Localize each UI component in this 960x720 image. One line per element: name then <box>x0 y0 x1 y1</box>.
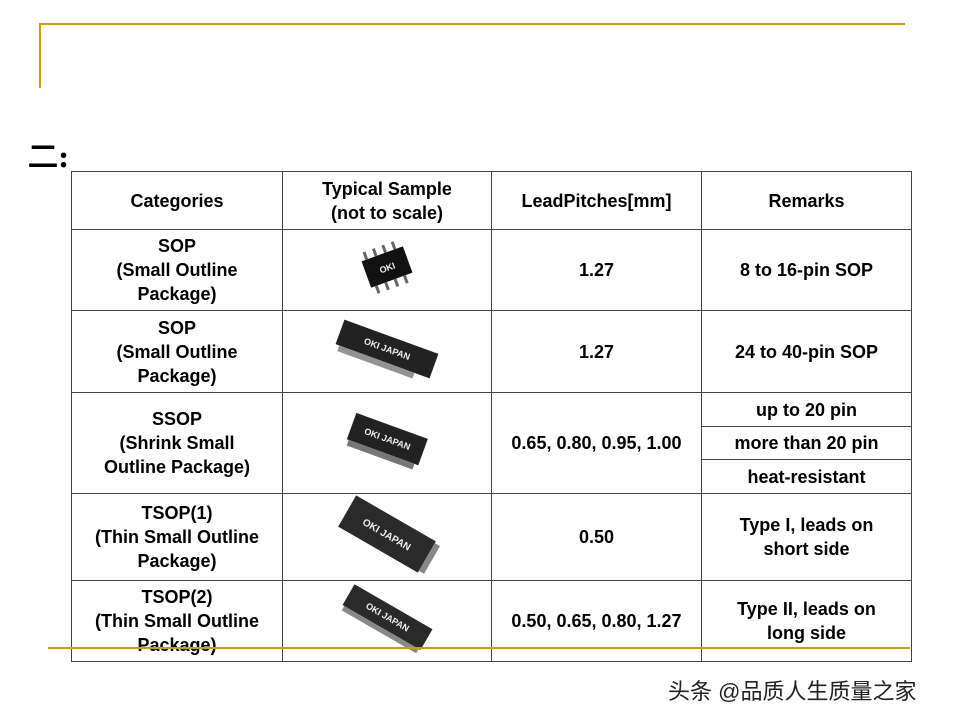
chip-image: OKI JAPAN <box>335 319 439 378</box>
header-categories: Categories <box>71 171 283 230</box>
slide-title: 二: <box>28 140 70 175</box>
remarks-cell: Type I, leads on short side <box>701 493 912 581</box>
remarks-cell: heat-resistant <box>701 459 912 494</box>
table-row: SOP (Small Outline Package) OKI JAPAN 1.… <box>71 310 912 393</box>
table-row: SOP (Small Outline Package) OKI 1.27 8 t… <box>71 229 912 311</box>
category-cell: TSOP(1) (Thin Small Outline Package) <box>71 493 283 581</box>
sample-cell: OKI <box>282 229 492 311</box>
remarks-cell: more than 20 pin <box>701 426 912 460</box>
left-rule <box>39 23 41 88</box>
chip-image: OKI JAPAN <box>338 495 441 574</box>
pitch-cell: 0.50 <box>491 493 702 581</box>
header-pitch: LeadPitches[mm] <box>491 171 702 230</box>
remarks-cell: 24 to 40-pin SOP <box>701 310 912 393</box>
table-row: SSOP (Shrink Small Outline Package) OKI … <box>71 392 912 494</box>
pitch-cell: 0.50, 0.65, 0.80, 1.27 <box>491 580 702 662</box>
remarks-cell: Type II, leads on long side <box>701 580 912 662</box>
sample-cell: OKI JAPAN <box>282 580 492 662</box>
sample-cell: OKI JAPAN <box>282 392 492 494</box>
table-row: TSOP(2) (Thin Small Outline Package) OKI… <box>71 580 912 662</box>
header-sample: Typical Sample (not to scale) <box>282 171 492 230</box>
header-remarks: Remarks <box>701 171 912 230</box>
category-cell: SOP (Small Outline Package) <box>71 229 283 311</box>
pitch-cell: 1.27 <box>491 310 702 393</box>
chip-image: OKI <box>361 241 413 294</box>
bottom-rule <box>48 647 910 649</box>
category-cell: SSOP (Shrink Small Outline Package) <box>71 392 283 494</box>
pitch-cell: 0.65, 0.80, 0.95, 1.00 <box>491 392 702 494</box>
sample-cell: OKI JAPAN <box>282 310 492 393</box>
top-rule <box>40 23 905 25</box>
chip-image: OKI JAPAN <box>341 584 433 654</box>
watermark: 头条 @品质人生质量之家 <box>668 679 917 704</box>
package-table: Categories Typical Sample (not to scale)… <box>71 171 912 662</box>
pitch-cell: 1.27 <box>491 229 702 311</box>
chip-image: OKI JAPAN <box>346 412 428 470</box>
remarks-cell: up to 20 pin <box>701 392 912 427</box>
table-row: TSOP(1) (Thin Small Outline Package) OKI… <box>71 493 912 581</box>
sample-cell: OKI JAPAN <box>282 493 492 581</box>
category-cell: TSOP(2) (Thin Small Outline Package) <box>71 580 283 662</box>
remarks-cell: 8 to 16-pin SOP <box>701 229 912 311</box>
category-cell: SOP (Small Outline Package) <box>71 310 283 393</box>
header-row: Categories Typical Sample (not to scale)… <box>71 171 912 230</box>
